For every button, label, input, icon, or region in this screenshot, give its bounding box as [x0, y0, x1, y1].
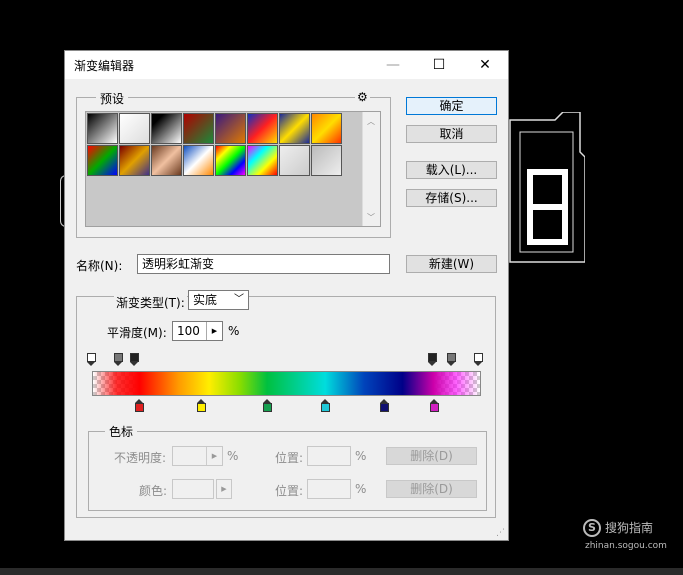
preset-swatch[interactable] [215, 145, 246, 176]
dialog-title: 渐变编辑器 [74, 59, 135, 73]
opacity-arrow-icon[interactable]: ▶ [206, 447, 222, 465]
color-arrow-icon[interactable]: ▶ [216, 479, 232, 499]
maximize-button[interactable]: ☐ [416, 51, 462, 79]
preset-swatch[interactable] [87, 145, 118, 176]
scroll-down-icon[interactable]: ﹀ [367, 212, 375, 223]
color-stop-group [88, 431, 487, 511]
delete-color-stop-button[interactable]: 删除(D) [386, 480, 477, 498]
smoothness-input[interactable]: 100 ▶ [172, 321, 223, 341]
opacity-stop[interactable] [447, 353, 456, 366]
preset-swatch[interactable] [119, 145, 150, 176]
gradient-type-value: 实底 [193, 293, 218, 307]
close-button[interactable]: ✕ [462, 51, 508, 79]
preset-swatch[interactable] [151, 113, 182, 144]
color-location-unit: % [355, 482, 367, 496]
opacity-label: 不透明度: [114, 451, 167, 465]
smoothness-label: 平滑度(M): [107, 326, 167, 340]
resize-grip-icon[interactable]: ⋰ [496, 528, 506, 538]
presets-gear-icon[interactable]: ⚙ [355, 90, 370, 104]
scroll-up-icon[interactable]: ︿ [367, 116, 375, 127]
preset-swatch[interactable] [183, 145, 214, 176]
preset-swatch[interactable] [151, 145, 182, 176]
color-location-label: 位置: [275, 484, 304, 498]
opacity-input[interactable]: ▶ [172, 446, 223, 466]
opacity-location-label: 位置: [275, 451, 304, 465]
cancel-button[interactable]: 取消 [406, 125, 497, 143]
color-stop[interactable] [197, 399, 206, 412]
sogou-logo-icon: S [583, 519, 601, 537]
color-label: 颜色: [139, 484, 168, 498]
smoothness-unit: % [228, 324, 240, 338]
minimize-button[interactable]: — [370, 51, 416, 79]
color-stop[interactable] [321, 399, 330, 412]
new-button[interactable]: 新建(W) [406, 255, 497, 273]
watermark-text: 搜狗指南 [605, 521, 654, 535]
bottom-bar [0, 568, 683, 575]
save-button[interactable]: 存储(S)... [406, 189, 497, 207]
opacity-stop[interactable] [428, 353, 437, 366]
color-stop[interactable] [430, 399, 439, 412]
opacity-location-input[interactable] [307, 446, 351, 466]
color-stop[interactable] [380, 399, 389, 412]
preset-swatch[interactable] [119, 113, 150, 144]
color-stop[interactable] [263, 399, 272, 412]
smoothness-arrow-icon[interactable]: ▶ [206, 322, 222, 340]
opacity-stop[interactable] [130, 353, 139, 366]
preset-swatch[interactable] [279, 113, 310, 144]
preset-swatch[interactable] [183, 113, 214, 144]
background-glyph-outline [509, 112, 585, 263]
presets-list[interactable] [85, 111, 381, 227]
opacity-stop[interactable] [87, 353, 96, 366]
chevron-down-icon: ﹀ [234, 294, 244, 305]
presets-label: 预设 [96, 90, 129, 107]
opacity-unit: % [227, 449, 239, 463]
preset-swatch[interactable] [247, 145, 278, 176]
watermark-url: zhinan.sogou.com [585, 541, 667, 551]
preset-swatch[interactable] [247, 113, 278, 144]
load-button[interactable]: 载入(L)... [406, 161, 497, 179]
ok-button[interactable]: 确定 [406, 97, 497, 115]
color-stop-group-label: 色标 [105, 423, 138, 440]
name-input[interactable]: 透明彩虹渐变 [137, 254, 390, 274]
opacity-location-unit: % [355, 449, 367, 463]
presets-scrollbar[interactable]: ︿ ﹀ [362, 112, 380, 226]
color-stop[interactable] [135, 399, 144, 412]
gradient-fill [93, 372, 480, 395]
preset-swatch[interactable] [87, 113, 118, 144]
opacity-stop[interactable] [474, 353, 483, 366]
preset-swatch[interactable] [279, 145, 310, 176]
gradient-bar[interactable] [92, 371, 481, 396]
gradient-type-label: 渐变类型(T): [114, 294, 187, 311]
color-swatch-input[interactable] [172, 479, 214, 499]
sogou-watermark: S 搜狗指南 zhinan.sogou.com [583, 517, 678, 557]
title-bar[interactable]: 渐变编辑器 — ☐ ✕ [65, 51, 508, 79]
smoothness-value: 100 [177, 324, 200, 338]
delete-opacity-stop-button[interactable]: 删除(D) [386, 447, 477, 465]
gradient-editor-dialog: 渐变编辑器 — ☐ ✕ 预设 ⚙ ︿ ﹀ 确定 取消 载入(L)... 存储(S… [64, 50, 509, 541]
color-location-input[interactable] [307, 479, 351, 499]
opacity-stop[interactable] [114, 353, 123, 366]
name-label: 名称(N): [76, 259, 123, 273]
gradient-type-select[interactable]: 实底 ﹀ [188, 290, 249, 310]
preset-swatch[interactable] [311, 113, 342, 144]
preset-swatch[interactable] [311, 145, 342, 176]
preset-swatch[interactable] [215, 113, 246, 144]
